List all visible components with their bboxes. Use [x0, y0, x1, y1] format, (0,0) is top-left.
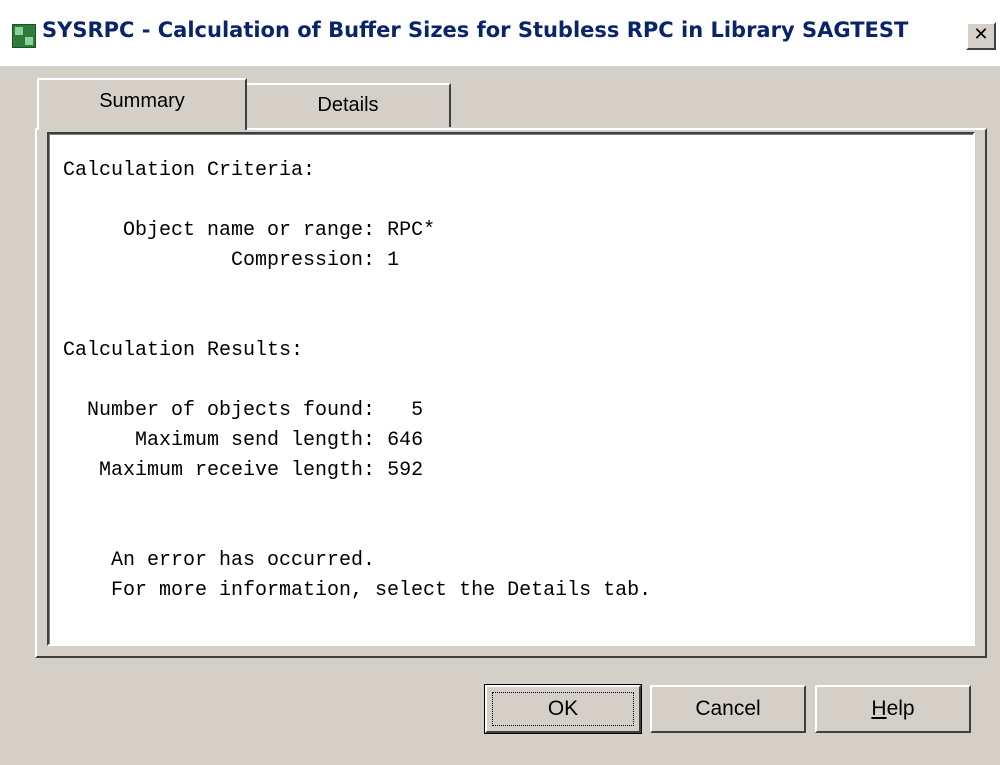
close-button[interactable]: ✕: [966, 22, 996, 50]
criteria-heading: Calculation Criteria:: [63, 159, 316, 182]
summary-tab-page: Calculation Criteria: Object name or ran…: [35, 128, 987, 658]
tab-summary[interactable]: Summary: [37, 78, 247, 130]
title-bar[interactable]: SYSRPC - Calculation of Buffer Sizes for…: [0, 0, 1000, 66]
ok-button-label: OK: [492, 692, 634, 726]
objects-found-label: Number of objects found:: [63, 399, 376, 422]
summary-text: Calculation Criteria: Object name or ran…: [63, 156, 651, 606]
error-message: An error has occurred.: [63, 549, 376, 572]
tab-details[interactable]: Details: [247, 83, 451, 127]
compression-label: Compression:: [63, 249, 376, 272]
help-button[interactable]: Help: [815, 685, 971, 733]
objects-found-value: 5: [411, 399, 424, 422]
help-mnemonic: H: [871, 697, 887, 720]
window-title: SYSRPC - Calculation of Buffer Sizes for…: [42, 18, 909, 42]
max-receive-value: 592: [387, 459, 424, 482]
max-receive-label: Maximum receive length:: [63, 459, 376, 482]
natural-app-icon: [12, 24, 36, 48]
help-label-rest: elp: [886, 697, 915, 720]
compression-value: 1: [387, 249, 400, 272]
max-send-value: 646: [387, 429, 424, 452]
summary-text-area[interactable]: Calculation Criteria: Object name or ran…: [47, 132, 975, 646]
results-heading: Calculation Results:: [63, 339, 304, 362]
dialog-window: SYSRPC - Calculation of Buffer Sizes for…: [0, 0, 1000, 765]
error-hint: For more information, select the Details…: [63, 579, 652, 602]
max-send-label: Maximum send length:: [63, 429, 376, 452]
cancel-button[interactable]: Cancel: [650, 685, 806, 733]
object-range-value: RPC*: [387, 219, 436, 242]
object-range-label: Object name or range:: [63, 219, 376, 242]
ok-button[interactable]: OK: [484, 684, 642, 734]
